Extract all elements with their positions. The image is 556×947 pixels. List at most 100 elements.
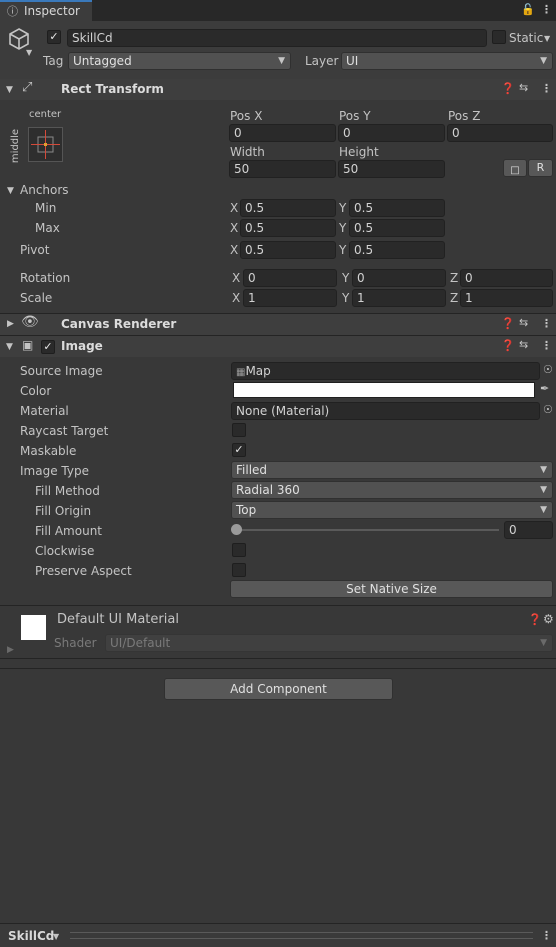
height-field[interactable]: 50 [338, 160, 445, 178]
foldout-collapsed-icon[interactable]: ▶ [7, 318, 14, 330]
more-menu-icon[interactable]: ⋮ [541, 4, 552, 16]
static-dropdown-arrow[interactable]: ▼ [544, 33, 550, 45]
active-checkbox[interactable]: ✓ [47, 30, 61, 44]
raw-edit-button[interactable]: R [528, 159, 553, 177]
component-title: Canvas Renderer [61, 317, 177, 331]
height-label: Height [339, 145, 379, 159]
material-label: Material [20, 404, 69, 418]
image-type-value: Filled [236, 463, 268, 477]
raycast-target-checkbox[interactable] [232, 423, 246, 437]
scale-z-field[interactable]: 1 [460, 289, 553, 307]
color-swatch[interactable] [233, 382, 535, 398]
image-header[interactable]: ▼ ▣ ✓ Image ❓ ⇆ ⋮ [0, 336, 556, 357]
pos-y-label: Pos Y [339, 109, 371, 123]
color-label: Color [20, 384, 52, 398]
fill-amount-field[interactable]: 0 [504, 521, 553, 539]
preset-sliders-icon[interactable]: ⇆ [519, 82, 528, 94]
width-field[interactable]: 50 [229, 160, 336, 178]
add-component-button[interactable]: Add Component [164, 678, 393, 700]
lock-icon[interactable]: 🔓 [521, 4, 535, 16]
rect-transform-icon: ⤢ [22, 80, 33, 95]
source-image-label: Source Image [20, 364, 103, 378]
anchor-min-x-field[interactable]: 0.5 [240, 199, 336, 217]
object-name-field[interactable]: SkillCd [67, 29, 487, 47]
min-label: Min [35, 201, 57, 215]
fill-amount-slider-track[interactable] [236, 529, 499, 531]
foldout-expanded-icon[interactable]: ▼ [6, 84, 13, 96]
object-header: ▼ ✓ SkillCd Static ▼ Tag Untagged ▼ Layer… [0, 21, 556, 79]
blueprint-mode-button[interactable]: □ [503, 159, 527, 177]
pivot-x-field[interactable]: 0.5 [240, 241, 336, 259]
rotation-z-field[interactable]: 0 [460, 269, 553, 287]
scale-x-field[interactable]: 1 [243, 289, 337, 307]
settings-gear-icon[interactable]: ⚙ [543, 613, 554, 625]
help-icon[interactable]: ❓ [501, 340, 515, 352]
help-icon[interactable]: ❓ [501, 318, 515, 330]
chevron-down-icon[interactable]: ▼ [53, 931, 59, 943]
fill-origin-dropdown[interactable]: Top ▼ [231, 501, 553, 519]
preserve-aspect-checkbox[interactable] [232, 563, 246, 577]
rotation-y-field[interactable]: 0 [352, 269, 446, 287]
source-image-field[interactable]: ▦Map [231, 362, 540, 380]
rect-transform-header[interactable]: ▼ ⤢ Rect Transform ❓ ⇆ ⋮ [0, 79, 556, 100]
more-menu-icon[interactable]: ⋮ [541, 83, 552, 95]
divider [0, 658, 556, 659]
anchor-max-y-field[interactable]: 0.5 [349, 219, 445, 237]
more-menu-icon[interactable]: ⋮ [541, 340, 552, 352]
footer-drag-handle[interactable] [70, 932, 533, 939]
help-icon[interactable]: ❓ [528, 614, 542, 626]
anchor-preset-button[interactable] [28, 127, 63, 162]
component-title: Rect Transform [61, 82, 164, 96]
inspector-tab[interactable]: ⓘ Inspector [0, 0, 92, 21]
foldout-expanded-icon[interactable]: ▼ [7, 185, 14, 197]
anchor-max-x-field[interactable]: 0.5 [240, 219, 336, 237]
foldout-collapsed-icon[interactable]: ▶ [7, 644, 14, 656]
preset-sliders-icon[interactable]: ⇆ [519, 317, 528, 329]
maskable-checkbox[interactable]: ✓ [232, 443, 246, 457]
more-menu-icon[interactable]: ⋮ [541, 318, 552, 330]
static-label: Static [509, 31, 544, 45]
chevron-down-icon[interactable]: ▼ [26, 47, 32, 59]
clockwise-checkbox[interactable] [232, 543, 246, 557]
footer-selection-label[interactable]: SkillCd [8, 928, 54, 944]
image-enabled-checkbox[interactable]: ✓ [41, 340, 55, 354]
fill-origin-label: Fill Origin [35, 504, 92, 518]
anchor-min-y-field[interactable]: 0.5 [349, 199, 445, 217]
material-preview-thumbnail [21, 615, 46, 640]
fill-method-dropdown[interactable]: Radial 360 ▼ [231, 481, 553, 499]
tag-dropdown[interactable]: Untagged ▼ [68, 52, 291, 70]
object-picker-icon[interactable]: ☉ [543, 404, 553, 416]
anchor-preset-side-label: middle [10, 128, 22, 164]
axis-x-label: X [232, 271, 241, 285]
axis-x-label: X [230, 243, 239, 257]
shader-label: Shader [54, 636, 97, 650]
eyedropper-icon[interactable]: ✒ [540, 383, 549, 395]
help-icon[interactable]: ❓ [501, 83, 515, 95]
layer-label: Layer [305, 54, 339, 68]
fill-method-label: Fill Method [35, 484, 100, 498]
pos-z-field[interactable]: 0 [447, 124, 553, 142]
preserve-aspect-label: Preserve Aspect [35, 564, 132, 578]
axis-x-label: X [230, 201, 239, 215]
image-type-dropdown[interactable]: Filled ▼ [231, 461, 553, 479]
divider [0, 668, 556, 669]
foldout-expanded-icon[interactable]: ▼ [6, 341, 13, 353]
scale-y-field[interactable]: 1 [352, 289, 446, 307]
fill-amount-slider-thumb[interactable] [231, 524, 242, 535]
layer-dropdown[interactable]: UI ▼ [341, 52, 553, 70]
static-checkbox[interactable] [492, 30, 506, 44]
object-picker-icon[interactable]: ☉ [543, 364, 553, 376]
more-menu-icon[interactable]: ⋮ [541, 930, 552, 942]
pivot-y-field[interactable]: 0.5 [349, 241, 445, 259]
tab-bar: ⓘ Inspector 🔓 ⋮ [0, 0, 556, 21]
canvas-renderer-header[interactable]: ▶ 👁 Canvas Renderer ❓ ⇆ ⋮ [0, 314, 556, 335]
material-field[interactable]: None (Material) [231, 402, 540, 420]
pos-y-field[interactable]: 0 [338, 124, 445, 142]
preset-sliders-icon[interactable]: ⇆ [519, 339, 528, 351]
axis-y-label: Y [339, 243, 347, 257]
pos-x-field[interactable]: 0 [229, 124, 336, 142]
anchor-preset-top-label: center [29, 109, 62, 120]
tab-title: Inspector [24, 4, 80, 18]
set-native-size-button[interactable]: Set Native Size [230, 580, 553, 598]
rotation-x-field[interactable]: 0 [243, 269, 337, 287]
